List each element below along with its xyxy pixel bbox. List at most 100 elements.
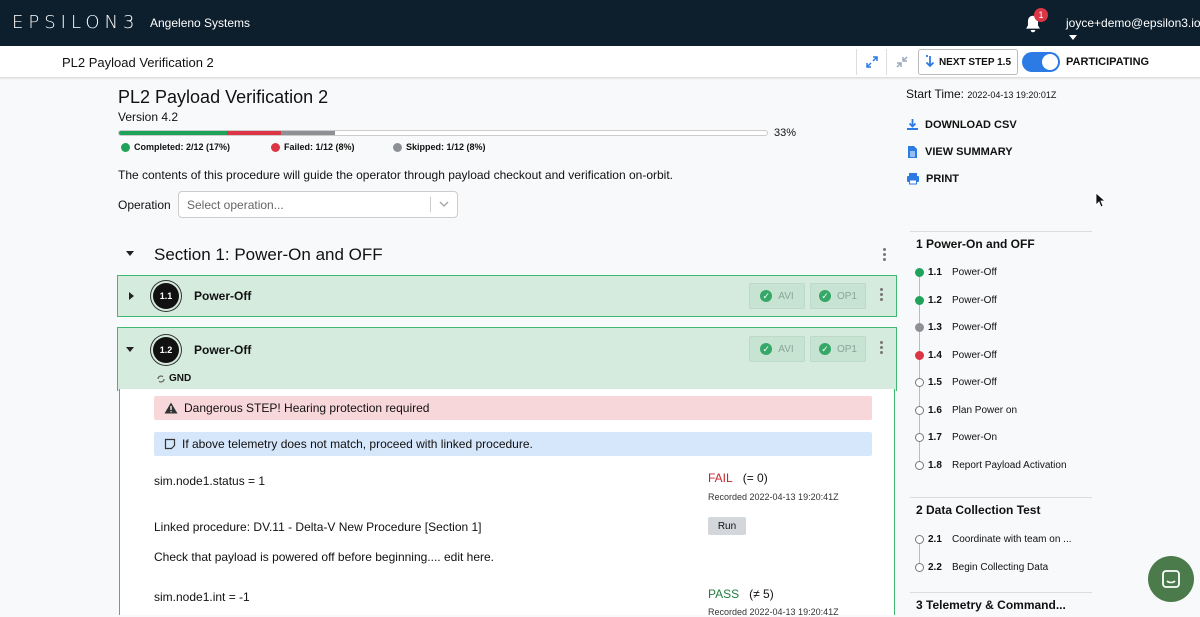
collapse-button[interactable] xyxy=(886,49,916,75)
document-icon xyxy=(908,146,917,158)
toc-step-number: 2.1 xyxy=(928,534,942,545)
check-icon: ✓ xyxy=(760,343,773,355)
info-alert-text: If above telemetry does not match, proce… xyxy=(182,437,533,451)
step-name: Power-Off xyxy=(194,343,252,357)
telemetry-1-condition: (= 0) xyxy=(742,471,768,485)
next-step-label: NEXT STEP 1.5 xyxy=(938,56,1012,68)
step-status-dot-icon xyxy=(915,563,924,572)
procedure-description: The contents of this procedure will guid… xyxy=(118,168,673,182)
chat-launcher-button[interactable] xyxy=(1148,556,1194,602)
danger-alert: Dangerous STEP! Hearing protection requi… xyxy=(154,396,872,420)
toc-step-label: Power-Off xyxy=(952,267,997,278)
step-tag-label: GND xyxy=(169,373,192,384)
toc-step-item[interactable]: 1.3 Power-Off xyxy=(915,322,997,333)
check-instruction-text: Check that payload is powered off before… xyxy=(154,550,495,564)
toc-section-1[interactable]: 1 Power-On and OFF xyxy=(916,237,1035,251)
toc-step-item[interactable]: 1.8 Report Payload Activation xyxy=(915,460,1067,471)
next-step-button[interactable]: NEXT STEP 1.5 xyxy=(918,49,1018,75)
toc-step-item[interactable]: 2.1 Coordinate with team on ... xyxy=(915,534,1072,545)
procedure-toolbar: PL2 Payload Verification 2 NEXT STEP 1.5 xyxy=(0,46,1200,78)
user-menu[interactable]: joyce+demo@epsilon3.io xyxy=(1066,16,1200,44)
progress-completed-segment xyxy=(119,131,227,135)
start-time: Start Time: 2022-04-13 19:20:01Z xyxy=(906,87,1056,101)
signoff-label: AVI xyxy=(778,290,794,302)
telemetry-1-result: FAIL (= 0) xyxy=(708,471,768,485)
toc-step-item[interactable]: 2.2 Begin Collecting Data xyxy=(915,562,1048,573)
step-status-dot-icon xyxy=(915,378,924,387)
signoff-label: OP1 xyxy=(836,343,857,355)
linked-procedure-text[interactable]: Linked procedure: DV.11 - Delta-V New Pr… xyxy=(154,520,482,534)
toc-section-2[interactable]: 2 Data Collection Test xyxy=(916,503,1040,517)
signoff-op1-button[interactable]: ✓ OP1 xyxy=(810,336,866,362)
chat-icon xyxy=(1162,570,1180,588)
section-collapse-caret-icon[interactable] xyxy=(126,251,134,256)
download-csv-label: DOWNLOAD CSV xyxy=(925,118,1017,131)
toc-section-3[interactable]: 3 Telemetry & Command... xyxy=(916,598,1066,612)
toc-step-label: Power-Off xyxy=(952,377,997,388)
progress-percent: 33% xyxy=(774,127,797,139)
step-number-badge: 1.2 xyxy=(153,337,179,363)
toc-step-label: Power-On xyxy=(952,432,998,443)
toc-step-item[interactable]: 1.7 Power-On xyxy=(915,432,997,443)
operation-label: Operation xyxy=(118,198,171,212)
epsilon3-logo[interactable]: EPSILON3 xyxy=(12,12,139,33)
toc-step-number: 1.2 xyxy=(928,295,942,306)
toc-divider xyxy=(910,497,1092,498)
view-summary-button[interactable]: VIEW SUMMARY xyxy=(906,145,1013,159)
telemetry-2-result: PASS (≠ 5) xyxy=(708,587,774,601)
toc-step-number: 1.5 xyxy=(928,377,942,388)
toc-step-label: Begin Collecting Data xyxy=(952,562,1049,573)
toc-step-number: 1.7 xyxy=(928,432,942,443)
start-time-label: Start Time: xyxy=(906,87,965,101)
toc-step-number: 1.3 xyxy=(928,322,942,333)
toc-step-item[interactable]: 1.4 Power-Off xyxy=(915,350,997,361)
procedure-version: Version 4.2 xyxy=(118,110,179,124)
section-kebab-icon[interactable] xyxy=(883,248,887,261)
toc-step-item[interactable]: 1.2 Power-Off xyxy=(915,295,997,306)
print-button[interactable]: PRINT xyxy=(906,172,959,185)
start-time-value: 2022-04-13 19:20:01Z xyxy=(967,90,1057,100)
collapse-caret-icon[interactable] xyxy=(126,347,134,352)
expand-button[interactable] xyxy=(856,49,886,75)
participating-toggle[interactable] xyxy=(1022,52,1060,72)
toc-step-number: 2.2 xyxy=(928,562,942,573)
download-csv-button[interactable]: DOWNLOAD CSV xyxy=(906,118,1017,131)
step-name: Power-Off xyxy=(194,289,252,303)
user-email: joyce+demo@epsilon3.io xyxy=(1066,16,1200,30)
warning-icon xyxy=(164,402,178,414)
toc-step-item[interactable]: 1.6 Plan Power on xyxy=(915,405,1017,416)
check-icon: ✓ xyxy=(818,290,831,302)
operation-select[interactable]: Select operation... xyxy=(178,191,458,218)
legend-failed: Failed: 1/12 (8%) xyxy=(271,142,355,152)
signoff-avi-button[interactable]: ✓ AVI xyxy=(749,336,805,362)
step-status-dot-icon xyxy=(915,461,924,470)
telemetry-1-status: FAIL xyxy=(708,471,733,485)
chevron-down-icon[interactable] xyxy=(438,199,450,209)
toc-step-number: 1.4 xyxy=(928,350,942,361)
step-kebab-icon[interactable] xyxy=(880,288,884,301)
collapse-icon xyxy=(895,56,908,68)
signoff-avi-button[interactable]: ✓ AVI xyxy=(749,283,805,309)
step-status-dot-icon xyxy=(915,351,924,360)
toc-divider xyxy=(910,231,1092,232)
signoff-op1-button[interactable]: ✓ OP1 xyxy=(810,283,866,309)
mouse-cursor-icon xyxy=(1095,192,1107,208)
notification-badge: 1 xyxy=(1034,8,1048,22)
toc-step-label: Power-Off xyxy=(952,295,997,306)
step-kebab-icon[interactable] xyxy=(880,341,884,354)
download-icon xyxy=(907,119,918,130)
organization-name[interactable]: Angeleno Systems xyxy=(150,16,250,30)
run-button[interactable]: Run xyxy=(708,517,746,535)
procedure-title: PL2 Payload Verification 2 xyxy=(118,87,329,107)
printer-icon xyxy=(907,173,919,185)
progress-bar xyxy=(118,130,768,136)
toc-step-number: 1.8 xyxy=(928,460,942,471)
toc-step-label: Report Payload Activation xyxy=(952,460,1067,471)
expand-caret-icon[interactable] xyxy=(129,292,134,300)
toc-step-item[interactable]: 1.5 Power-Off xyxy=(915,377,997,388)
telemetry-1-recorded: Recorded 2022-04-13 19:20:41Z xyxy=(708,492,839,502)
completed-dot-icon xyxy=(121,142,130,152)
step-status-dot-icon xyxy=(915,433,924,442)
toc-step-item[interactable]: 1.1 Power-Off xyxy=(915,267,997,278)
signoff-label: AVI xyxy=(778,343,794,355)
